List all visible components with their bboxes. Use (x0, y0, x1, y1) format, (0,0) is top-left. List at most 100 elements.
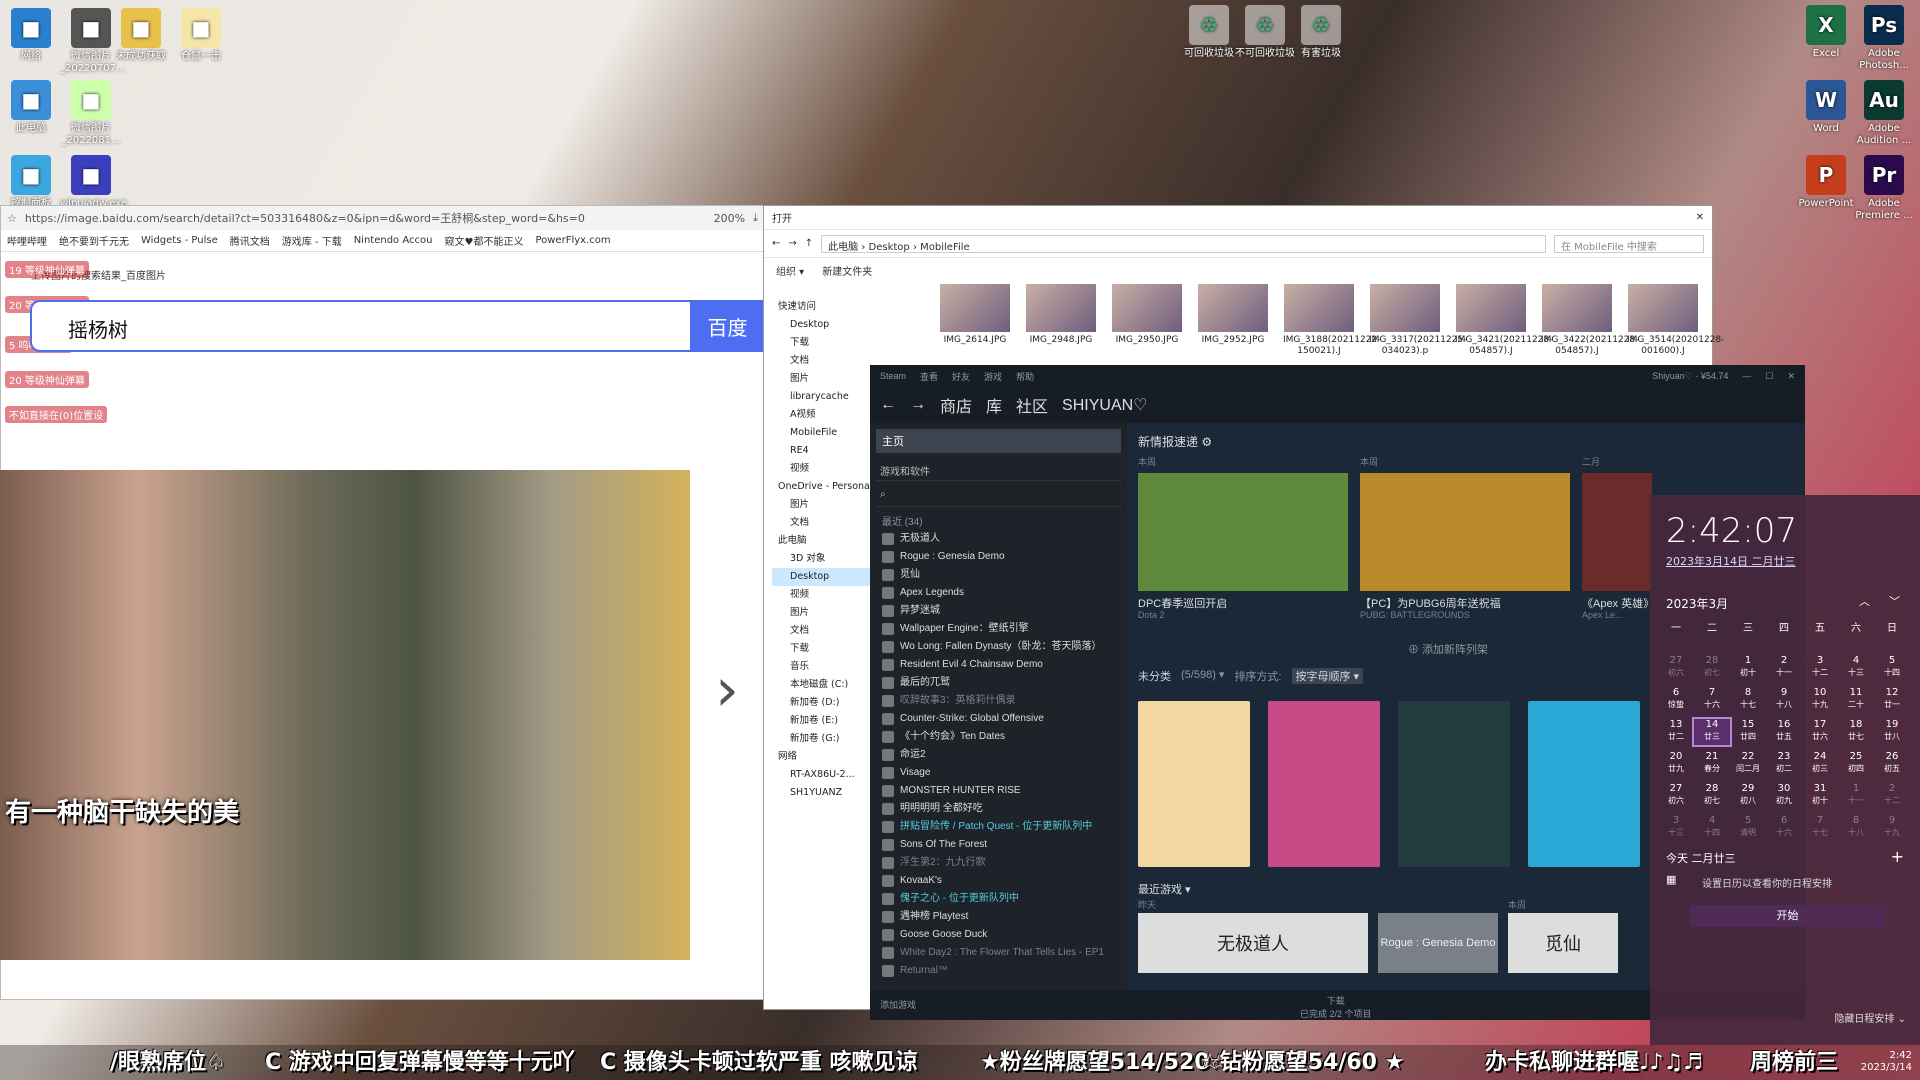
download-status[interactable]: 下载 已完成 2/2 个项目 (1300, 994, 1372, 1020)
tree-item[interactable]: 快速访问 (772, 298, 902, 316)
menu-item[interactable]: 游戏 (984, 370, 1002, 383)
news-title[interactable]: 《Apex 英雄》 (1582, 595, 1654, 611)
desktop-icon[interactable]: ♻ 可回收垃圾 (1178, 5, 1240, 60)
bookmark-item[interactable]: 哔哩哔哩 (7, 233, 47, 248)
desktop-icon[interactable]: ■ 此电脑 (0, 80, 62, 135)
bookmark-item[interactable]: 游戏库 - 下载 (282, 233, 342, 248)
desktop-icon[interactable]: ■ 未成功获取 (110, 8, 172, 63)
calendar-day[interactable]: 8 十八 (1838, 815, 1874, 841)
minimize-icon[interactable]: — (1742, 371, 1751, 381)
menu-item[interactable]: 帮助 (1016, 370, 1034, 383)
search-button[interactable]: 百度 (690, 300, 765, 352)
file-item[interactable]: IMG_2950.JPG (1111, 284, 1183, 357)
calendar-day[interactable]: 13 廿二 (1658, 719, 1694, 745)
close-icon[interactable]: ✕ (1696, 212, 1704, 223)
forward-icon[interactable]: → (910, 396, 926, 414)
back-icon[interactable]: ← (772, 238, 780, 249)
game-item[interactable]: MONSTER HUNTER RISE (870, 782, 1127, 800)
desktop-icon[interactable]: ■ 微信图片_2022081... (60, 80, 122, 147)
breadcrumb[interactable]: 此电脑 › Desktop › MobileFile (821, 234, 1546, 253)
game-item[interactable]: KovaaK's (870, 872, 1127, 890)
desktop-icon[interactable]: ■ wlpuiadw.exe (60, 155, 127, 210)
filter-dropdown[interactable]: 游戏和软件 (876, 459, 1121, 481)
desktop-icon[interactable]: ■ 网络 (0, 8, 62, 63)
desktop-icon[interactable]: P PowerPoint (1795, 155, 1857, 210)
game-item[interactable]: 明明明明 全都好吃 (870, 800, 1127, 818)
chevron-up-icon[interactable]: ︿ (1859, 593, 1870, 609)
game-item[interactable]: Visage (870, 764, 1127, 782)
search-input[interactable]: 摇杨树 (68, 314, 128, 343)
game-item[interactable]: 遇神榜 Playtest (870, 908, 1127, 926)
calendar-day[interactable]: 4 十三 (1838, 655, 1874, 681)
menu-item[interactable]: 查看 (920, 370, 938, 383)
breadcrumb-item[interactable]: MobileFile (920, 242, 970, 253)
new-folder-button[interactable]: 新建文件夹 (822, 263, 872, 278)
uncategorized-count[interactable]: (5/598) ▾ (1181, 668, 1224, 684)
calendar-day[interactable]: 7 十七 (1802, 815, 1838, 841)
address-bar[interactable]: ☆ https://image.baidu.com/search/detail?… (1, 206, 764, 230)
game-item[interactable]: 异梦迷城 (870, 602, 1127, 620)
game-capsule[interactable] (1398, 701, 1510, 867)
tree-item[interactable]: 下载 (772, 334, 902, 352)
bookmark-item[interactable]: 绝不要到千元无 (59, 233, 129, 248)
game-item[interactable]: White Day2 : The Flower That Tells Lies … (870, 944, 1127, 962)
calendar-day[interactable]: 6 十六 (1766, 815, 1802, 841)
add-event-icon[interactable]: + (1891, 847, 1904, 866)
recent-game[interactable]: 觅仙 (1508, 913, 1618, 973)
library-search[interactable]: ⌕ (876, 485, 1121, 507)
nav-store[interactable]: 商店 (940, 393, 972, 417)
calendar-day[interactable]: 31 初十 (1802, 783, 1838, 809)
calendar-day[interactable]: 8 十七 (1730, 687, 1766, 713)
desktop-icon[interactable]: W Word (1795, 80, 1857, 135)
next-arrow-icon[interactable]: › (715, 655, 739, 725)
file-item[interactable]: IMG_2948.JPG (1025, 284, 1097, 357)
calendar-day[interactable]: 23 初二 (1766, 751, 1802, 777)
download-icon[interactable]: ⤓ (753, 211, 758, 225)
calendar-day[interactable]: 1 初十 (1730, 655, 1766, 681)
maximize-icon[interactable]: ☐ (1765, 371, 1773, 382)
calendar-day[interactable]: 22 闰二月 (1730, 751, 1766, 777)
calendar-day[interactable]: 29 初八 (1730, 783, 1766, 809)
recent-game[interactable]: Rogue : Genesia Demo (1378, 913, 1498, 973)
calendar-day[interactable]: 3 十三 (1658, 815, 1694, 841)
calendar-day[interactable]: 15 廿四 (1730, 719, 1766, 745)
desktop-icon[interactable]: ♻ 不可回收垃圾 (1234, 5, 1296, 60)
chevron-down-icon[interactable]: ﹀ (1889, 593, 1900, 609)
news-card[interactable] (1138, 473, 1348, 591)
url-text[interactable]: https://image.baidu.com/search/detail?ct… (25, 210, 706, 226)
game-item[interactable]: Goose Goose Duck (870, 926, 1127, 944)
clock-date[interactable]: 2023年3月14日 二月廿三 (1666, 553, 1796, 569)
calendar-day[interactable]: 20 廿九 (1658, 751, 1694, 777)
game-capsule[interactable] (1528, 701, 1640, 867)
uncategorized-label[interactable]: 未分类 (1138, 668, 1171, 684)
game-item[interactable]: Returnal™ (870, 962, 1127, 980)
calendar-day[interactable]: 18 廿七 (1838, 719, 1874, 745)
game-item[interactable]: 拼贴冒险传 / Patch Quest - 位于更新队列中 (870, 818, 1127, 836)
start-button[interactable]: 开始 (1690, 905, 1885, 927)
close-icon[interactable]: ✕ (1787, 371, 1795, 382)
desktop-icon[interactable]: X Excel (1795, 5, 1857, 60)
game-item[interactable]: 傀子之心 - 位于更新队列中 (870, 890, 1127, 908)
recent-game[interactable]: 无极道人 (1138, 913, 1368, 973)
news-title[interactable]: DPC春季巡回开启 (1138, 595, 1227, 611)
breadcrumb-item[interactable]: 此电脑 (828, 242, 858, 253)
calendar-day[interactable]: 9 十九 (1874, 815, 1910, 841)
game-item[interactable]: Counter-Strike: Global Offensive (870, 710, 1127, 728)
calendar-day[interactable]: 14 廿三 (1692, 717, 1732, 747)
desktop-icon[interactable]: Ps Adobe Photosh... (1853, 5, 1915, 72)
calendar-day[interactable]: 17 廿六 (1802, 719, 1838, 745)
game-item[interactable]: 觅仙 (870, 566, 1127, 584)
calendar-month[interactable]: 2023年3月 (1666, 595, 1728, 612)
calendar-day[interactable]: 6 惊蛰 (1658, 687, 1694, 713)
calendar-day[interactable]: 3 十二 (1802, 655, 1838, 681)
breadcrumb-item[interactable]: Desktop (869, 242, 910, 253)
game-item[interactable]: 叹辞故事3：英格莉什偶录 (870, 692, 1127, 710)
game-item[interactable]: Wallpaper Engine：壁纸引擎 (870, 620, 1127, 638)
nav-community[interactable]: 社区 (1016, 393, 1048, 417)
calendar-day[interactable]: 24 初三 (1802, 751, 1838, 777)
calendar-day[interactable]: 5 十四 (1874, 655, 1910, 681)
calendar-day[interactable]: 4 十四 (1694, 815, 1730, 841)
bookmark-item[interactable]: Widgets - Pulse (141, 235, 218, 246)
calendar-day[interactable]: 10 十九 (1802, 687, 1838, 713)
menu-item[interactable]: Steam (880, 371, 906, 381)
